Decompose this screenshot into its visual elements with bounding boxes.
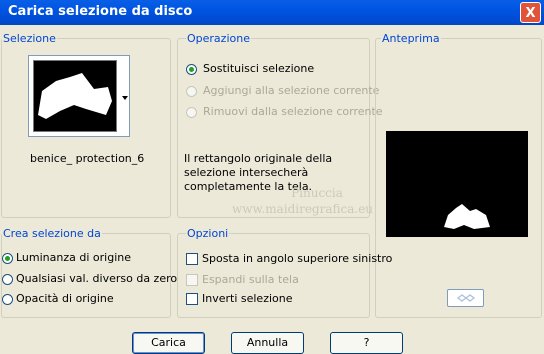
check-inverti[interactable]: [186, 293, 198, 305]
watermark-line2: www.maidiregrafica.eu: [232, 202, 374, 216]
title-bar: Carica selezione da disco X: [0, 0, 544, 25]
close-button[interactable]: X: [520, 2, 541, 23]
radio-rimuovi[interactable]: [186, 107, 197, 118]
radio-aggiungi[interactable]: [186, 86, 197, 97]
link-icon: [456, 294, 476, 302]
selection-file-name: benice_ protection_6: [30, 152, 145, 165]
watermark-line1: Pinuccia: [291, 186, 343, 200]
radio-aggiungi-label[interactable]: Aggiungi alla selezione corrente: [203, 84, 379, 97]
crea-selezione-group-label: Crea selezione da: [2, 227, 102, 240]
anteprima-group-label: Anteprima: [381, 32, 441, 45]
preview-zoom-button[interactable]: [447, 289, 484, 307]
selection-thumbnail: [33, 60, 117, 132]
selection-thumbnail-picker[interactable]: [28, 55, 130, 137]
selezione-group-label: Selezione: [2, 32, 57, 45]
check-espandi-label[interactable]: Espandi sulla tela: [202, 273, 299, 286]
check-inverti-label[interactable]: Inverti selezione: [202, 292, 293, 305]
radio-sostituisci[interactable]: [186, 64, 197, 75]
watermark: Pinuccia www.maidiregrafica.eu: [232, 186, 374, 216]
check-sposta-label[interactable]: Sposta in angolo superiore sinistro: [202, 252, 392, 265]
opzioni-group-label: Opzioni: [186, 227, 230, 240]
radio-luminanza-label[interactable]: Luminanza di origine: [16, 251, 131, 264]
radio-opacita-label[interactable]: Opacità di origine: [16, 292, 114, 305]
preview-canvas: [386, 131, 528, 237]
chevron-down-icon: [122, 96, 128, 100]
radio-luminanza[interactable]: [2, 253, 13, 264]
help-button[interactable]: ?: [330, 332, 403, 354]
window-title: Carica selezione da disco: [8, 4, 193, 19]
radio-qualsiasi[interactable]: [2, 274, 13, 285]
check-sposta[interactable]: [186, 253, 198, 265]
check-espandi[interactable]: [186, 274, 198, 286]
radio-qualsiasi-label[interactable]: Qualsiasi val. diverso da zero: [16, 272, 177, 285]
radio-sostituisci-label[interactable]: Sostituisci selezione: [203, 62, 314, 75]
radio-rimuovi-label[interactable]: Rimuovi dalla selezione corrente: [203, 105, 383, 118]
cancel-button[interactable]: Annulla: [231, 332, 304, 354]
radio-opacita[interactable]: [2, 294, 13, 305]
preview-selection-shape: [444, 204, 490, 229]
load-button[interactable]: Carica: [132, 332, 205, 354]
operazione-group-label: Operazione: [186, 32, 251, 45]
selection-shape: [38, 73, 112, 119]
